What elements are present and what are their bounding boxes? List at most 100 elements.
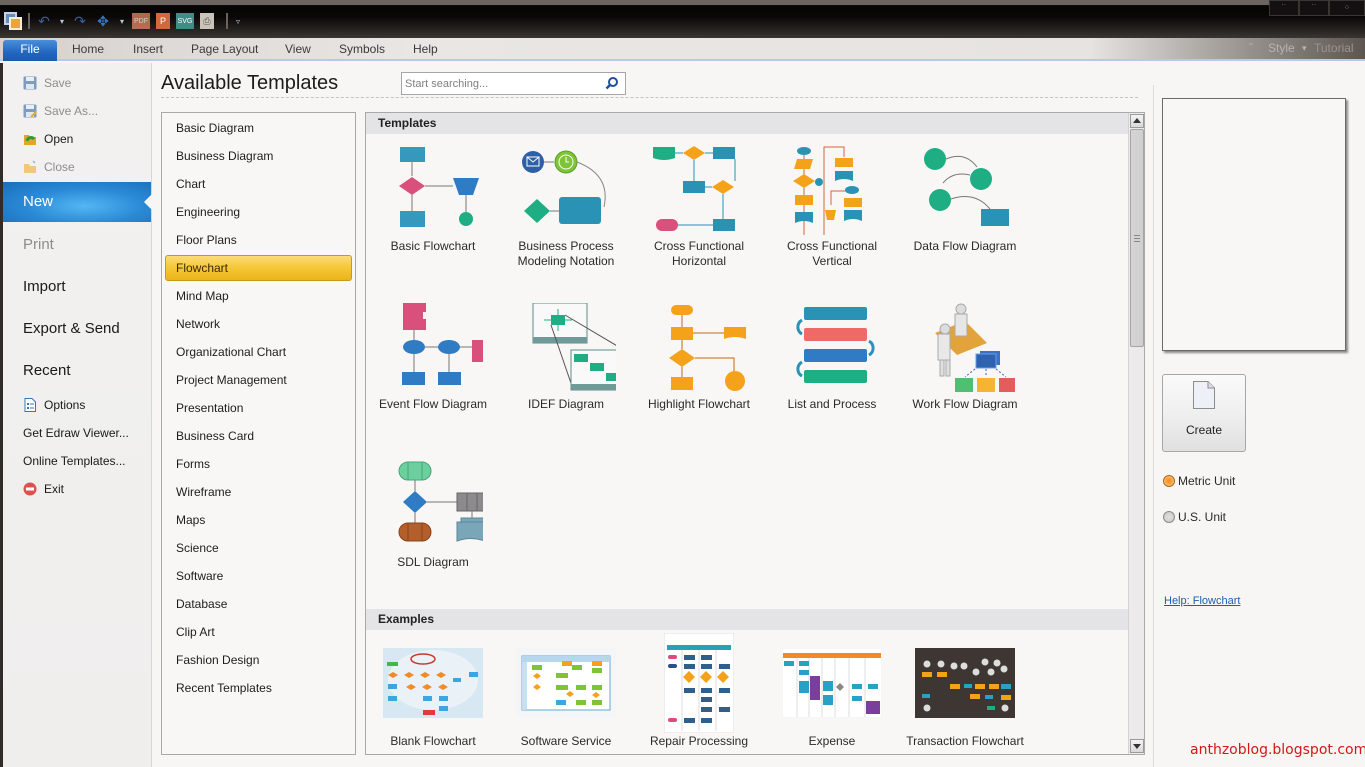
- undo-icon[interactable]: ↶: [36, 13, 52, 29]
- ribbon-tab-bar: File Home Insert Page Layout View Symbol…: [0, 38, 1365, 61]
- tab-page-layout[interactable]: Page Layout: [191, 40, 258, 61]
- templates-scrollbar[interactable]: [1128, 113, 1144, 754]
- template-idef-diagram[interactable]: IDEF Diagram: [501, 303, 631, 412]
- template-label: Business Process Modeling Notation: [517, 239, 615, 268]
- print-preview-icon[interactable]: ⎙: [200, 13, 214, 29]
- qat-separator: [28, 13, 30, 29]
- template-label: Work Flow Diagram: [912, 397, 1018, 411]
- tab-symbols[interactable]: Symbols: [339, 40, 385, 61]
- app-logo-icon[interactable]: [4, 12, 22, 30]
- template-cross-functional-vertical[interactable]: Cross Functional Vertical: [767, 145, 897, 269]
- template-sdl-diagram[interactable]: SDL Diagram: [368, 461, 498, 570]
- example-label: Software Service: [520, 734, 612, 748]
- template-basic-flowchart[interactable]: Basic Flowchart: [368, 145, 498, 254]
- category-business-card[interactable]: Business Card: [165, 423, 352, 449]
- category-forms[interactable]: Forms: [165, 451, 352, 477]
- nav-export-send[interactable]: Export & Send: [23, 320, 120, 337]
- sdl-diagram-thumbnail: [398, 461, 483, 542]
- category-presentation[interactable]: Presentation: [165, 395, 352, 421]
- tutorial-link[interactable]: Tutorial: [1314, 41, 1354, 55]
- nav-save-as[interactable]: Save As...: [23, 102, 98, 120]
- category-project-management[interactable]: Project Management: [165, 367, 352, 393]
- export-ppt-icon[interactable]: P: [156, 13, 170, 29]
- category-engineering[interactable]: Engineering: [165, 199, 352, 225]
- tab-view[interactable]: View: [285, 40, 311, 61]
- category-science[interactable]: Science: [165, 535, 352, 561]
- scrollbar-thumb[interactable]: [1130, 129, 1144, 347]
- metric-unit-radio[interactable]: Metric Unit: [1163, 474, 1235, 488]
- scroll-up-button[interactable]: [1130, 114, 1144, 128]
- nav-open[interactable]: Open: [23, 130, 73, 148]
- example-expense[interactable]: Expense: [767, 647, 897, 748]
- export-svg-icon[interactable]: SVG: [176, 13, 194, 29]
- category-software[interactable]: Software: [165, 563, 352, 589]
- example-software-service[interactable]: Software Service: [501, 648, 631, 748]
- export-pdf-icon[interactable]: PDF: [132, 13, 150, 29]
- software-service-thumbnail: [516, 648, 616, 718]
- category-basic-diagram[interactable]: Basic Diagram: [165, 115, 352, 141]
- cross-functional-horizontal-thumbnail: [653, 146, 736, 231]
- category-network[interactable]: Network: [165, 311, 352, 337]
- template-event-flow-diagram[interactable]: Event Flow Diagram: [368, 303, 498, 412]
- window-controls: ˙˙ ˙˙ ⁘: [1269, 0, 1365, 16]
- category-maps[interactable]: Maps: [165, 507, 352, 533]
- template-bpmn[interactable]: Business Process Modeling Notation: [501, 145, 631, 269]
- category-clip-art[interactable]: Clip Art: [165, 619, 352, 645]
- minimize-button[interactable]: ˙˙: [1269, 0, 1299, 16]
- us-unit-radio[interactable]: U.S. Unit: [1163, 510, 1226, 524]
- chevron-down-icon[interactable]: ▾: [118, 13, 126, 29]
- template-data-flow-diagram[interactable]: Data Flow Diagram: [900, 145, 1030, 254]
- nav-import[interactable]: Import: [23, 278, 66, 295]
- maximize-button[interactable]: ˙˙: [1299, 0, 1329, 16]
- tab-home[interactable]: Home: [72, 40, 104, 61]
- category-fashion-design[interactable]: Fashion Design: [165, 647, 352, 673]
- category-recent-templates[interactable]: Recent Templates: [165, 675, 352, 701]
- nav-new[interactable]: New: [3, 182, 152, 222]
- help-flowchart-link[interactable]: Help: Flowchart: [1164, 595, 1240, 607]
- example-repair-processing[interactable]: Repair Processing: [634, 632, 764, 748]
- nav-close[interactable]: Close: [23, 158, 75, 176]
- template-work-flow-diagram[interactable]: Work Flow Diagram: [900, 303, 1030, 412]
- template-list-and-process[interactable]: List and Process: [767, 303, 897, 412]
- style-dropdown-icon[interactable]: ▾: [1302, 43, 1307, 54]
- nav-recent[interactable]: Recent: [23, 362, 71, 379]
- category-flowchart[interactable]: Flowchart: [165, 255, 352, 281]
- save-icon: [23, 76, 37, 90]
- nav-exit[interactable]: Exit: [23, 480, 64, 498]
- tab-insert[interactable]: Insert: [133, 40, 163, 61]
- nav-save[interactable]: Save: [23, 74, 71, 92]
- nav-print[interactable]: Print: [23, 236, 54, 253]
- tab-file[interactable]: File: [3, 40, 57, 61]
- chevron-down-icon[interactable]: ▾: [58, 13, 66, 29]
- redo-icon[interactable]: ↷: [72, 13, 88, 29]
- category-wireframe[interactable]: Wireframe: [165, 479, 352, 505]
- header-divider: [161, 97, 1138, 98]
- basic-flowchart-thumbnail: [399, 147, 479, 227]
- category-mind-map[interactable]: Mind Map: [165, 283, 352, 309]
- nav-options[interactable]: Options: [23, 396, 85, 414]
- create-button[interactable]: Create: [1162, 374, 1246, 452]
- example-blank-flowchart[interactable]: Blank Flowchart: [368, 648, 498, 748]
- tab-help[interactable]: Help: [413, 40, 438, 61]
- category-chart[interactable]: Chart: [165, 171, 352, 197]
- move-icon[interactable]: ✥: [94, 13, 112, 29]
- search-icon[interactable]: [605, 76, 619, 90]
- template-highlight-flowchart[interactable]: Highlight Flowchart: [634, 303, 764, 412]
- search-input[interactable]: [402, 73, 597, 94]
- scroll-down-button[interactable]: [1130, 739, 1144, 753]
- nav-get-edraw-viewer[interactable]: Get Edraw Viewer...: [23, 424, 129, 442]
- nav-online-templates[interactable]: Online Templates...: [23, 452, 126, 470]
- category-database[interactable]: Database: [165, 591, 352, 617]
- collapse-ribbon-icon[interactable]: ˆ: [1249, 41, 1253, 55]
- template-cross-functional-horizontal[interactable]: Cross Functional Horizontal: [634, 145, 764, 269]
- exit-icon: [23, 482, 37, 496]
- category-business-diagram[interactable]: Business Diagram: [165, 143, 352, 169]
- style-menu[interactable]: Style: [1268, 41, 1295, 55]
- close-button[interactable]: ⁘: [1329, 0, 1365, 16]
- us-unit-label: U.S. Unit: [1178, 510, 1227, 524]
- category-floor-plans[interactable]: Floor Plans: [165, 227, 352, 253]
- template-preview: [1162, 98, 1346, 351]
- example-transaction-flowchart[interactable]: Transaction Flowchart: [900, 648, 1030, 748]
- category-organizational-chart[interactable]: Organizational Chart: [165, 339, 352, 365]
- customize-qat-icon[interactable]: ▿: [234, 13, 242, 29]
